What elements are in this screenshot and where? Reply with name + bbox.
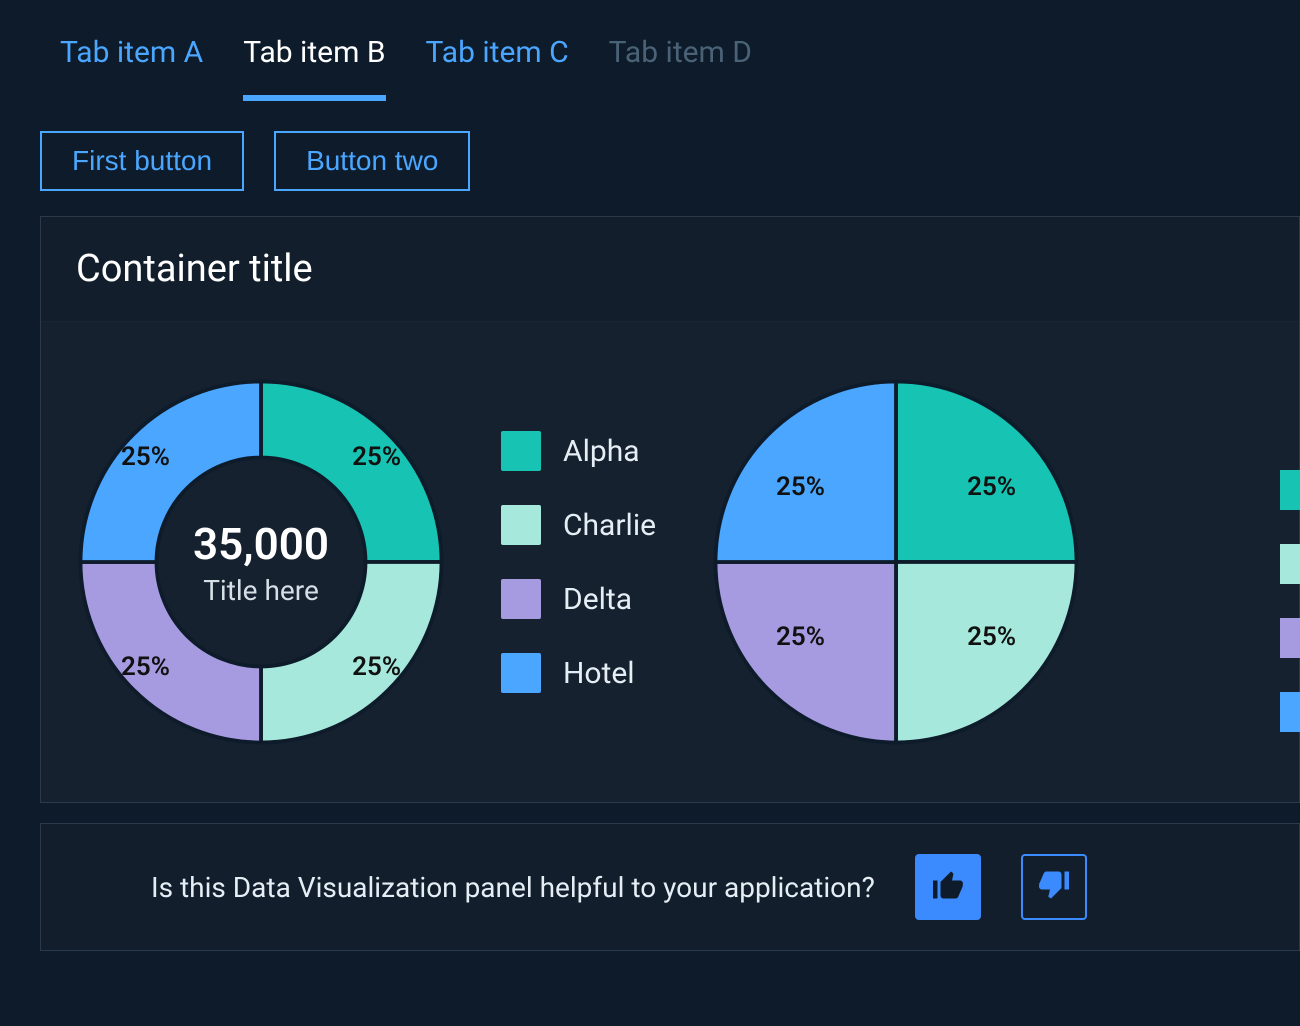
tab-item-a[interactable]: Tab item A [60, 25, 203, 101]
pie-label-alpha: 25% [967, 472, 1016, 502]
feedback-panel: Is this Data Visualization panel helpful… [40, 823, 1300, 951]
swatch-icon [1280, 692, 1300, 732]
thumbs-down-button[interactable] [1021, 854, 1087, 920]
pie-label-charlie: 25% [967, 622, 1016, 652]
feedback-prompt: Is this Data Visualization panel helpful… [81, 871, 875, 904]
donut-label-delta: 25% [121, 652, 170, 682]
donut-label-charlie: 25% [352, 652, 401, 682]
swatch-icon [501, 579, 541, 619]
tab-item-c[interactable]: Tab item C [426, 25, 569, 101]
swatch-icon [1280, 470, 1300, 510]
legend-item-hotel[interactable]: Hotel [501, 653, 656, 693]
swatch-icon [501, 505, 541, 545]
legend-item-delta[interactable]: Delta [501, 579, 656, 619]
pie-chart: 25% 25% 25% 25% [706, 372, 1086, 752]
thumbs-up-icon [930, 867, 966, 907]
tab-list: Tab item A Tab item B Tab item C Tab ite… [0, 0, 1300, 101]
tab-item-d: Tab item D [609, 25, 752, 101]
chart-legend-2-partial [1280, 470, 1300, 732]
tab-item-b[interactable]: Tab item B [243, 25, 385, 101]
container-title: Container title [41, 217, 1299, 322]
donut-label-alpha: 25% [352, 442, 401, 472]
legend-label: Charlie [563, 508, 656, 543]
legend-label: Delta [563, 582, 632, 617]
legend-item-alpha[interactable]: Alpha [501, 431, 656, 471]
button-row: First button Button two [0, 101, 1300, 216]
swatch-icon [501, 653, 541, 693]
legend-item-charlie[interactable]: Charlie [501, 505, 656, 545]
legend-label: Hotel [563, 656, 635, 691]
thumbs-up-button[interactable] [915, 854, 981, 920]
charts-row: 35,000 Title here 25% 25% 25% 25% Alpha … [41, 322, 1299, 802]
swatch-icon [1280, 544, 1300, 584]
second-button[interactable]: Button two [274, 131, 470, 191]
legend-label: Alpha [563, 434, 640, 469]
pie-label-hotel: 25% [776, 472, 825, 502]
donut-chart: 35,000 Title here 25% 25% 25% 25% [71, 372, 451, 752]
swatch-icon [1280, 618, 1300, 658]
pie-label-delta: 25% [776, 622, 825, 652]
chart-legend-1: Alpha Charlie Delta Hotel [501, 431, 656, 693]
container-panel: Container title 35,000 Title here 25% 25… [40, 216, 1300, 803]
donut-label-hotel: 25% [121, 442, 170, 472]
swatch-icon [501, 431, 541, 471]
thumbs-down-icon [1036, 867, 1072, 907]
first-button[interactable]: First button [40, 131, 244, 191]
